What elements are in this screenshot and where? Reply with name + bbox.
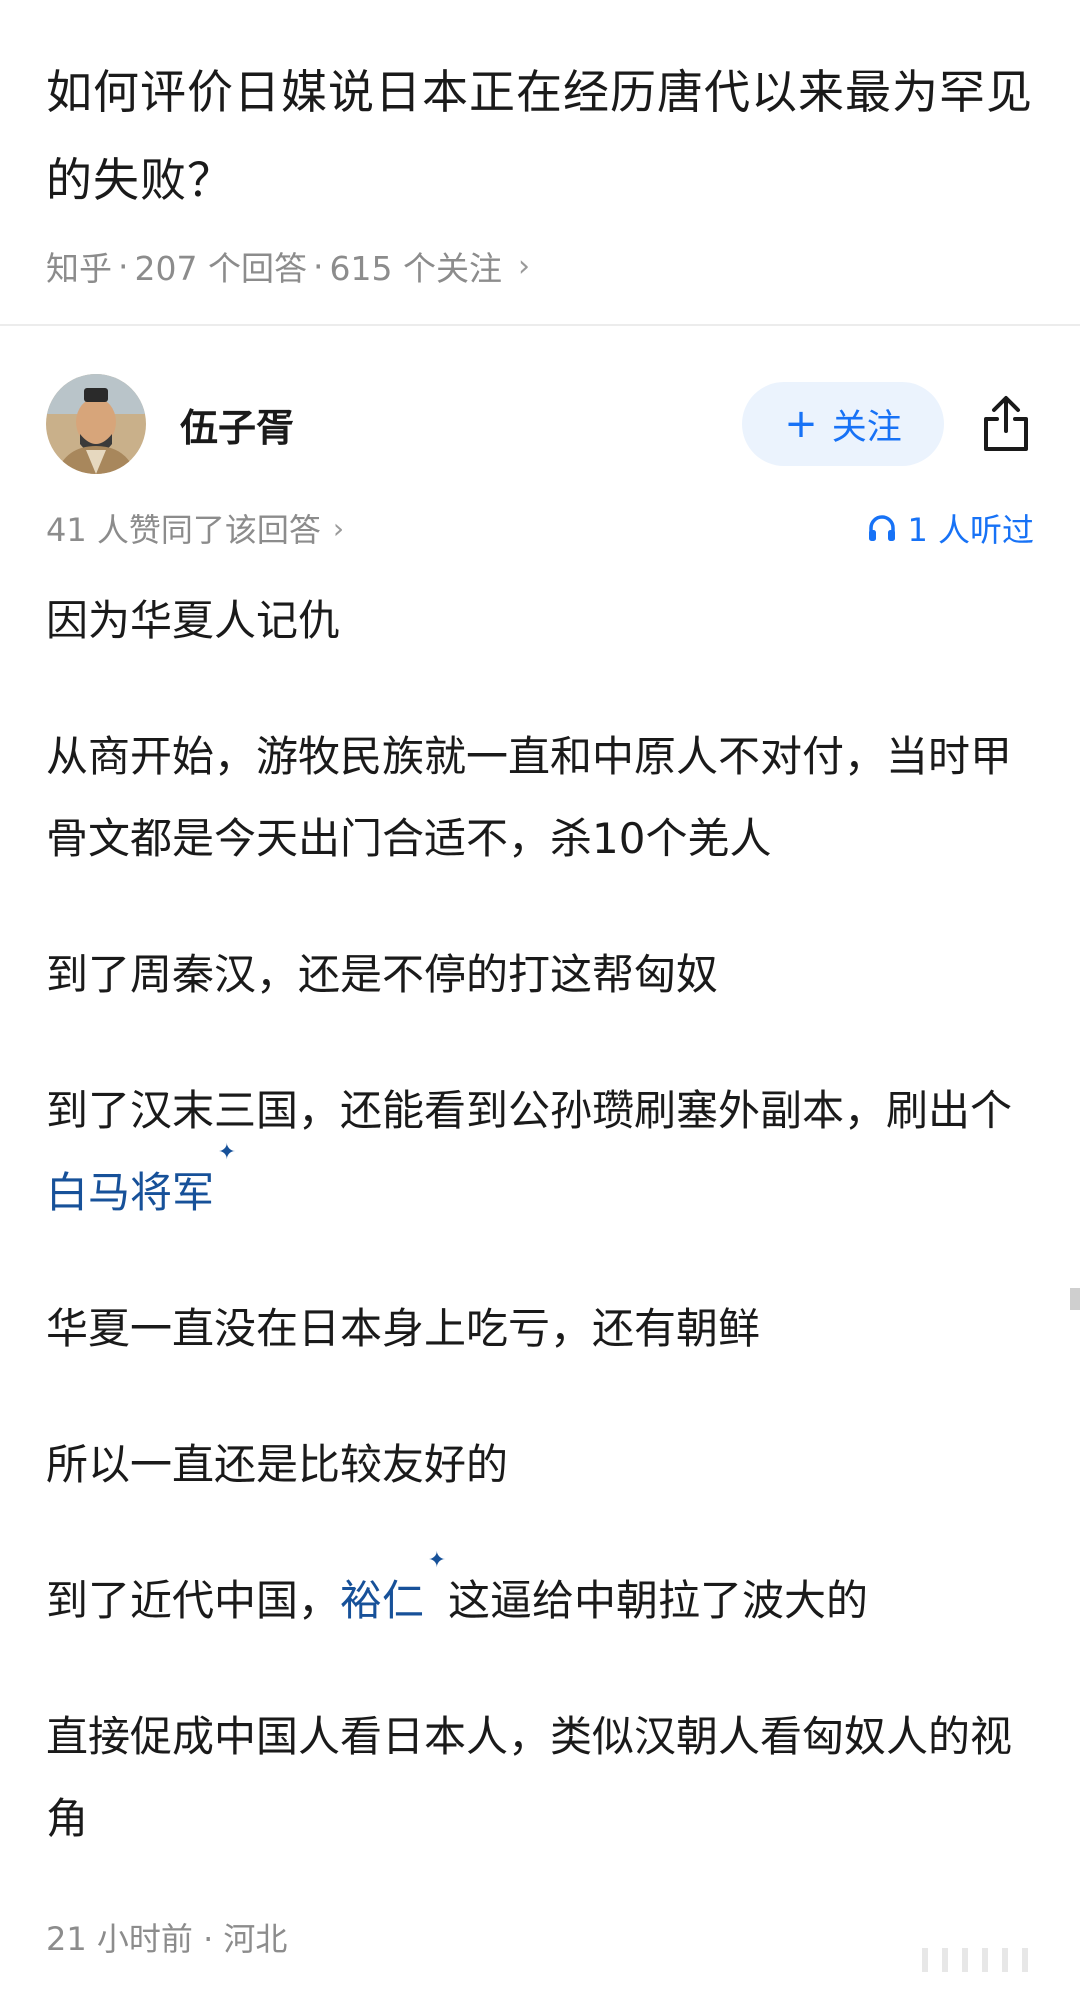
- meta-separator: ·: [312, 246, 324, 286]
- paragraph: 从商开始，游牧民族就一直和中原人不对付，当时甲骨文都是今天出门合适不，杀10个羌…: [46, 732, 1013, 863]
- headphones-icon: [869, 515, 896, 541]
- paragraph-text: 到了近代中国，: [46, 1576, 341, 1625]
- share-icon: [984, 396, 1028, 451]
- spark-icon: ✦: [217, 1140, 237, 1165]
- listen-count: 1 人听过: [907, 511, 1034, 549]
- paragraph-text: 这逼给中朝拉了波大的: [448, 1576, 869, 1625]
- question-header: 如何评价日媒说日本正在经历唐代以来最为罕见的失败？ 知乎 · 207 个回答 ·…: [0, 0, 1080, 288]
- answer-footer: 21 小时前 · 河北: [46, 1920, 288, 1958]
- paragraph: 因为华夏人记仇: [46, 596, 341, 645]
- share-button[interactable]: [978, 392, 1034, 456]
- chevron-right-icon: ›: [517, 248, 530, 284]
- paragraph: 到了汉末三国，还能看到公孙瓒刷塞外副本，刷出个白马将军 ✦: [46, 1070, 1040, 1234]
- link-text: 白马将军: [46, 1168, 215, 1217]
- section-divider: [0, 324, 1080, 326]
- source-label: 知乎: [46, 249, 112, 288]
- follower-count: 615 个关注: [329, 249, 502, 288]
- question-meta[interactable]: 知乎 · 207 个回答 · 615 个关注 ›: [46, 242, 1034, 290]
- paragraph: 到了周秦汉，还是不停的打这帮匈奴: [46, 950, 719, 999]
- meta-separator: ·: [118, 246, 129, 286]
- author-name[interactable]: 伍子胥: [180, 397, 742, 452]
- paragraph: 所以一直还是比较友好的: [46, 1440, 509, 1489]
- follow-button[interactable]: + 关注: [742, 382, 944, 466]
- stats-row: 41 人赞同了该回答 › 1 人听过: [46, 498, 1034, 558]
- scroll-indicator: [1070, 1288, 1080, 1310]
- link-text: 裕仁: [340, 1576, 425, 1625]
- answer-content: 因为华夏人记仇 从商开始，游牧民族就一直和中原人不对付，当时甲骨文都是今天出门合…: [46, 580, 1040, 1914]
- follow-label: 关注: [831, 407, 902, 448]
- paragraph-text: 到了汉末三国，还能看到公孙瓒刷塞外副本，刷出个: [46, 1086, 1013, 1135]
- paragraph: 到了近代中国，裕仁 ✦ 这逼给中朝拉了波大的: [46, 1550, 1040, 1642]
- question-title[interactable]: 如何评价日媒说日本正在经历唐代以来最为罕见的失败？: [46, 48, 1034, 224]
- upvote-summary[interactable]: 41 人赞同了该回答 ›: [46, 505, 344, 551]
- spark-icon: ✦: [427, 1548, 447, 1573]
- author-row: 伍子胥 + 关注: [46, 372, 1034, 476]
- paragraph: 直接促成中国人看日本人，类似汉朝人看匈奴人的视角: [46, 1712, 1013, 1843]
- chevron-right-icon: ›: [332, 511, 345, 545]
- watermark-logo: [922, 1948, 1028, 1972]
- link-white-horse-general[interactable]: 白马将军 ✦: [46, 1142, 236, 1218]
- answer-count: 207 个回答: [134, 249, 307, 288]
- upvote-count: 41 人赞同了该回答: [46, 511, 321, 549]
- link-yuren[interactable]: 裕仁 ✦: [340, 1550, 446, 1626]
- avatar[interactable]: [46, 374, 146, 474]
- paragraph: 华夏一直没在日本身上吃亏，还有朝鲜: [46, 1304, 761, 1353]
- listen-summary[interactable]: 1 人听过: [867, 505, 1034, 551]
- plus-icon: +: [784, 401, 818, 447]
